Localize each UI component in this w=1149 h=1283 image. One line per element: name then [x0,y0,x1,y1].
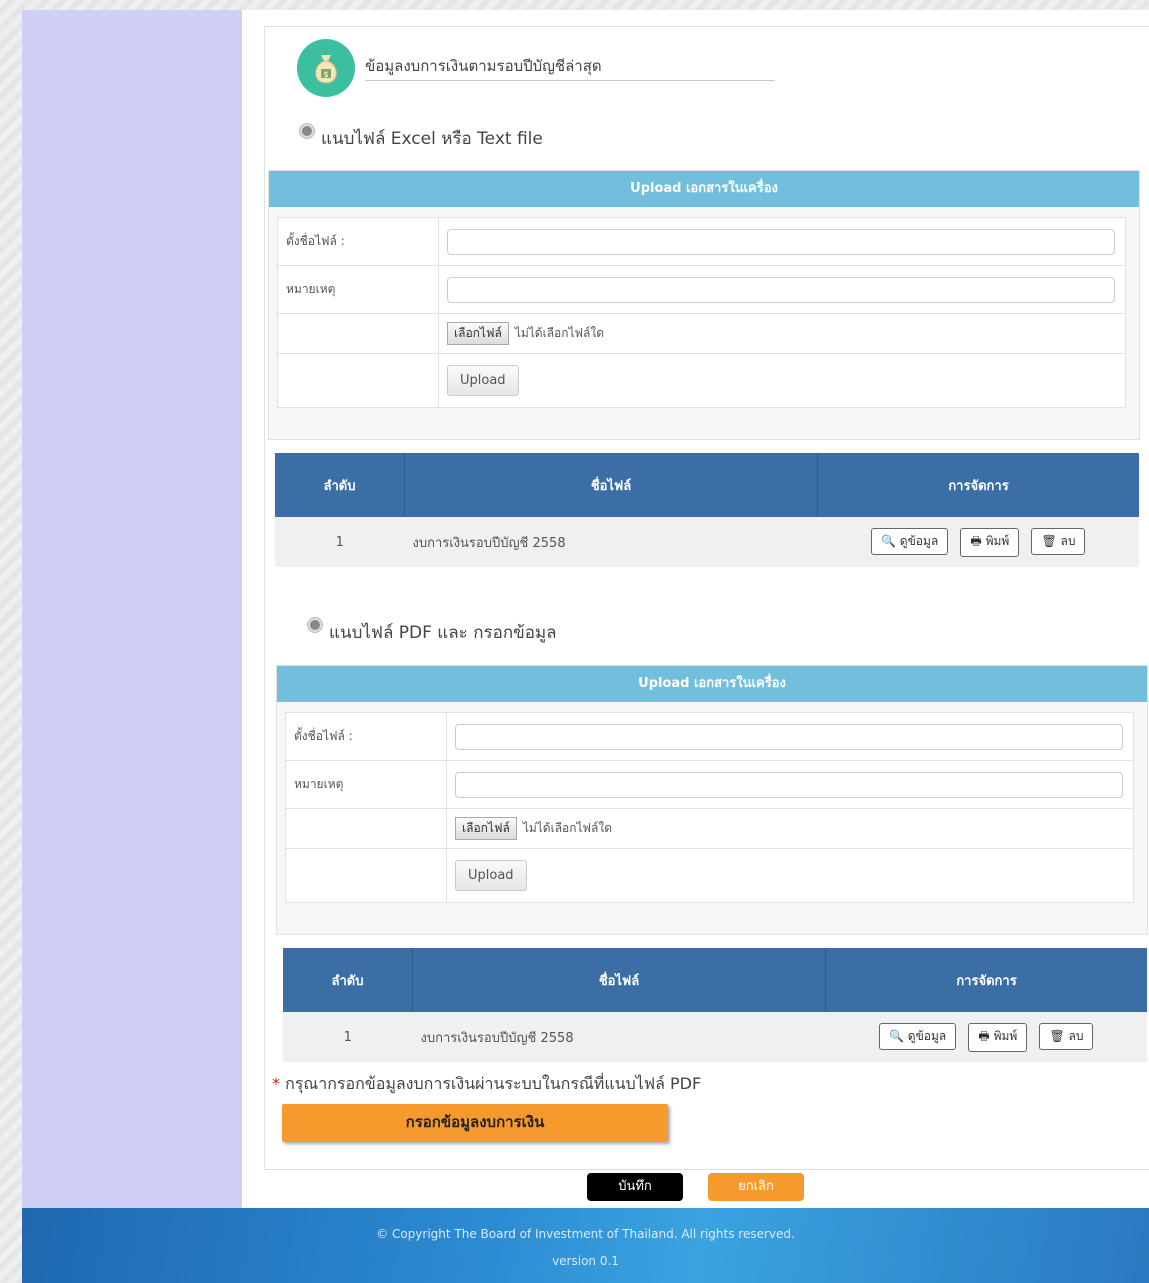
row-no: 1 [275,517,405,567]
note-input[interactable] [447,276,1115,303]
no-file-text: ไม่ได้เลือกไฟล์ใด [522,821,613,835]
printer-icon: 🖶 [978,1028,990,1043]
choose-file-button[interactable]: เลือกไฟล์ [455,817,517,840]
col-filename: ชื่อไฟล์ [404,453,818,517]
note-label: หมายเหตุ [277,265,439,314]
filename-input[interactable] [447,228,1115,255]
trash-icon: 🗑 [1049,1028,1065,1043]
file-table-excel: ลำดับ ชื่อไฟล์ การจัดการ 1 งบการเงินรอบป… [275,453,1139,567]
row-filename: งบการเงินรอบปีบัญชี 2558 [412,1012,826,1062]
radio-excel[interactable] [300,124,314,138]
cancel-button[interactable]: ยกเลิก [708,1173,804,1201]
filename-input[interactable] [455,723,1123,750]
page-title: ข้อมูลงบการเงินตามรอบปีบัญชีล่าสุด [365,54,775,81]
upload-button[interactable]: Upload [455,860,527,891]
save-button[interactable]: บันทึก [587,1173,683,1201]
print-button[interactable]: 🖶 พิมพ์ [960,527,1020,557]
choose-file-button[interactable]: เลือกไฟล์ [447,322,509,345]
radio-excel-row[interactable]: แนบไฟล์ Excel หรือ Text file [300,124,543,152]
filename-label: ตั้งชื่อไฟล์ : [285,712,447,761]
money-bag-icon: $ [297,39,355,97]
row-no: 1 [283,1012,413,1062]
col-actions: การจัดการ [817,453,1139,517]
radio-pdf[interactable] [308,618,322,632]
col-actions: การจัดการ [825,948,1147,1012]
upload-header-excel: Upload เอกสารในเครื่อง [269,171,1139,207]
footer: © Copyright The Board of Investment of T… [22,1208,1149,1283]
filename-label: ตั้งชื่อไฟล์ : [277,217,439,266]
delete-button[interactable]: 🗑 ลบ [1039,1022,1094,1050]
upload-box-pdf: Upload เอกสารในเครื่อง ตั้งชื่อไฟล์ : หม… [276,665,1148,935]
table-row: 1 งบการเงินรอบปีบัญชี 2558 🔍 ดูข้อมูล 🖶 … [283,1012,1147,1062]
pdf-note-text: กรุณากรอกข้อมูลงบการเงินผ่านระบบในกรณีที… [285,1074,702,1093]
view-button[interactable]: 🔍 ดูข้อมูล [871,527,949,555]
document-search-icon: 🔍 [881,533,896,548]
note-input[interactable] [455,771,1123,798]
col-no: ลำดับ [275,453,405,517]
left-strip [0,0,22,1283]
upload-header-pdf: Upload เอกสารในเครื่อง [277,666,1147,702]
file-table-pdf: ลำดับ ชื่อไฟล์ การจัดการ 1 งบการเงินรอบป… [283,948,1147,1062]
fill-financial-data-button[interactable]: กรอกข้อมูลงบการเงิน [282,1104,668,1142]
note-label: หมายเหตุ [285,760,447,809]
radio-pdf-row[interactable]: แนบไฟล์ PDF และ กรอกข้อมูล [308,618,557,646]
svg-text:$: $ [323,70,328,79]
upload-form-pdf: ตั้งชื่อไฟล์ : หมายเหตุ เลือกไฟล์ ไม่ได้เ… [285,712,1134,903]
upload-button[interactable]: Upload [447,365,519,396]
radio-pdf-label: แนบไฟล์ PDF และ กรอกข้อมูล [329,623,557,643]
col-filename: ชื่อไฟล์ [412,948,826,1012]
sidebar [22,10,242,1208]
footer-version: version 0.1 [552,1254,619,1268]
delete-button[interactable]: 🗑 ลบ [1031,527,1086,555]
pdf-note: * กรุณากรอกข้อมูลงบการเงินผ่านระบบในกรณี… [272,1072,701,1097]
no-file-text: ไม่ได้เลือกไฟล์ใด [514,326,605,340]
upload-box-excel: Upload เอกสารในเครื่อง ตั้งชื่อไฟล์ : หม… [268,170,1140,440]
trash-icon: 🗑 [1041,533,1057,548]
required-star: * [272,1074,280,1093]
print-button[interactable]: 🖶 พิมพ์ [968,1022,1028,1052]
upload-form-excel: ตั้งชื่อไฟล์ : หมายเหตุ เลือกไฟล์ ไม่ได้เ… [277,217,1126,408]
footer-copyright: © Copyright The Board of Investment of T… [376,1227,795,1241]
row-filename: งบการเงินรอบปีบัญชี 2558 [404,517,818,567]
top-strip [0,0,1149,10]
view-button[interactable]: 🔍 ดูข้อมูล [879,1022,957,1050]
radio-excel-label: แนบไฟล์ Excel หรือ Text file [321,129,543,149]
document-search-icon: 🔍 [889,1028,904,1043]
col-no: ลำดับ [283,948,413,1012]
table-row: 1 งบการเงินรอบปีบัญชี 2558 🔍 ดูข้อมูล 🖶 … [275,517,1139,567]
printer-icon: 🖶 [970,533,982,548]
